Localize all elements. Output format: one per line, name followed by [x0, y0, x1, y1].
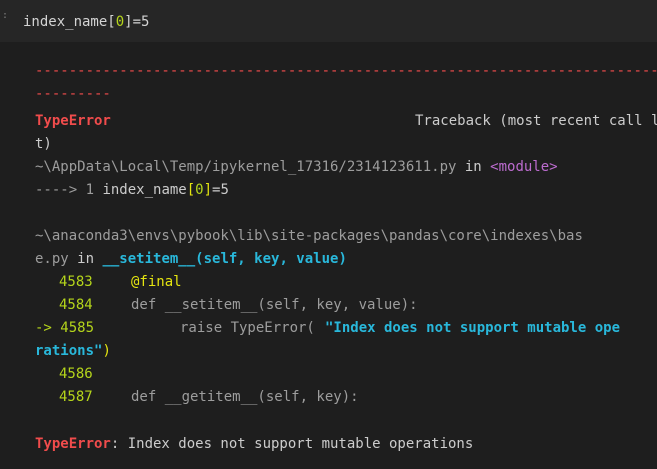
frame-path: ~\AppData\Local\Temp/ipykernel_17316/231…: [35, 159, 457, 175]
source-code: ): [102, 343, 111, 359]
code-cell-input[interactable]: : index_name[0]=5: [0, 0, 657, 43]
frame-1-code: ----> 1 index_name[0]=5: [35, 179, 229, 202]
source-code: def __getitem__(self, key):: [131, 389, 359, 405]
line-number: 4583: [59, 274, 93, 290]
error-message: : Index does not support mutable operati…: [110, 436, 474, 452]
source-line-4585-wrap: rations"): [35, 340, 111, 363]
frame-2-location: e.py in __setitem__(self, key, value): [35, 248, 347, 271]
frame-in: in: [68, 251, 103, 267]
line-number: 4587: [59, 389, 93, 405]
code-token: [: [186, 182, 196, 198]
arrow-marker: ----> 1: [35, 182, 103, 198]
input-code-line[interactable]: index_name[0]=5: [23, 12, 149, 32]
line-number: 4586: [59, 366, 93, 382]
separator-line: ----------------------------------------…: [35, 63, 657, 79]
frame-in: in: [456, 159, 491, 175]
line-number: 4585: [60, 320, 95, 336]
source-code: def __setitem__(self, key, value):: [131, 297, 418, 313]
source-string: rations": [35, 343, 103, 359]
code-token-number: 0: [115, 14, 125, 30]
arrow-marker: ->: [35, 320, 61, 336]
traceback-header-wrap: t): [35, 136, 52, 152]
cell-drag-handle[interactable]: :: [2, 10, 8, 22]
frame-2-path: ~\anaconda3\envs\pybook\lib\site-package…: [35, 228, 583, 244]
frame-function: __setitem__(self, key, value): [102, 251, 347, 267]
line-number: 4584: [59, 297, 93, 313]
code-token: =5: [212, 182, 229, 198]
source-code: @final: [131, 274, 182, 290]
code-token: ]: [203, 182, 213, 198]
traceback-label: Traceback (most recent call las: [415, 113, 657, 129]
final-error-line: TypeError: Index does not support mutabl…: [35, 433, 473, 456]
frame-module: <module>: [490, 159, 558, 175]
source-code: raise TypeError(: [180, 320, 315, 336]
traceback-header: TypeError Traceback (most recent call las: [35, 110, 657, 133]
source-string: "Index does not support mutable ope: [325, 320, 621, 336]
code-token-number: 0: [195, 182, 204, 198]
code-token: ]=5: [124, 14, 150, 30]
code-token: index_name[: [23, 14, 116, 30]
code-token: index_name: [102, 182, 187, 198]
cell-output: ----------------------------------------…: [0, 42, 657, 469]
error-name: TypeError: [35, 113, 111, 129]
source-line-4585: -> 4585 raise TypeError( "Index does not s…: [35, 317, 620, 340]
error-name: TypeError: [35, 436, 111, 452]
separator-line: ---------: [35, 86, 111, 102]
frame-path: e.py: [35, 251, 69, 267]
frame-1-location: ~\AppData\Local\Temp/ipykernel_17316/231…: [35, 156, 558, 179]
